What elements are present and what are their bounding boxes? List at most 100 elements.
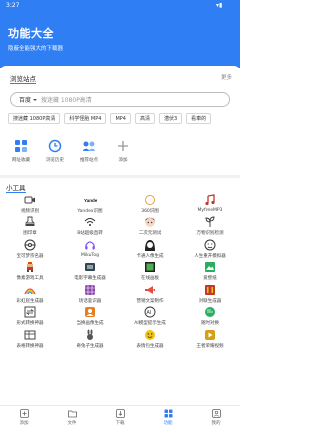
tool-item[interactable]: 图印章 <box>0 216 60 239</box>
hot-keyword-chip[interactable]: 搜迷藏 1080P高清 <box>8 113 61 124</box>
tool-item[interactable]: 爱壁纸 <box>180 261 240 284</box>
stamp-icon <box>24 216 37 229</box>
pixel-game-icon <box>24 261 37 274</box>
bottom-nav: 添加 文件 下载 功能 我的 <box>0 405 240 427</box>
wifi-icon <box>84 216 97 229</box>
hot-keyword-chip[interactable]: 科学怪胎 MP4 <box>64 113 107 124</box>
tool-item[interactable]: 在线画板 <box>120 261 180 284</box>
tool-item[interactable]: 场话鉴识器 <box>60 283 120 306</box>
bookmark-grid-icon <box>13 138 29 154</box>
plus-icon <box>115 138 131 154</box>
cartoon-portrait-icon <box>144 238 157 251</box>
tool-item[interactable]: 人生重开模拟器 <box>180 238 240 261</box>
tool-item[interactable]: 二次元测试 <box>120 216 180 239</box>
emoji-icon <box>144 328 157 341</box>
hot-keyword-chip[interactable]: 高清 <box>134 113 155 124</box>
tool-item[interactable]: 形式转换神器 <box>0 306 60 329</box>
tool-item[interactable]: 宝可梦宗名器 <box>0 238 60 261</box>
chevron-down-icon <box>33 98 38 101</box>
anime-face-icon <box>144 216 157 229</box>
game-video-icon <box>204 328 217 341</box>
tool-item[interactable]: 视频识别 <box>0 193 60 216</box>
tool-item[interactable]: 营销文案制作 <box>120 283 180 306</box>
add-box-icon <box>19 409 29 418</box>
section-title-tools: 小工具 <box>6 184 26 193</box>
tool-item[interactable]: 表格转换神器 <box>0 328 60 351</box>
hot-keyword-chip[interactable]: MP4 <box>110 113 131 124</box>
plant-icon <box>204 216 217 229</box>
tool-item[interactable]: 王者荣耀视频 <box>180 328 240 351</box>
image-360-icon <box>144 193 157 206</box>
status-time: 3:27 <box>6 2 20 9</box>
tool-item[interactable]: B站超级直转 <box>60 216 120 239</box>
browse-sites-card: 浏览站点 更多 百度 搜迷藏 1080P高清 搜迷藏 1080P高清 科学怪胎 … <box>0 66 240 174</box>
tool-item[interactable]: 万物识别检测 <box>180 216 240 239</box>
status-bar: 3:27 <box>6 2 19 9</box>
tool-item[interactable]: 像素游戏工具 <box>0 261 60 284</box>
search-input[interactable]: 搜迷藏 1080P高清 <box>41 95 92 104</box>
section-title-browse: 浏览站点 <box>10 75 36 84</box>
rainbow-icon <box>24 283 37 296</box>
tool-item[interactable]: 对联生成器 <box>180 283 240 306</box>
convert-icon <box>24 306 37 319</box>
quick-link-recommended[interactable]: 推荐站点 <box>74 138 104 163</box>
rabbit-icon <box>84 328 97 341</box>
section-divider <box>0 175 240 178</box>
tool-item[interactable]: 随时对换 <box>180 306 240 329</box>
quick-link-bookmarks[interactable]: 网址收藏 <box>6 138 36 163</box>
nav-add[interactable]: 添加 <box>0 406 48 427</box>
hot-keyword-chip[interactable]: 潜伏3 <box>158 113 183 124</box>
music-note-icon <box>204 193 217 206</box>
quick-links: 网址收藏 浏览历史 推荐站点 添加 <box>6 138 138 163</box>
megaphone-icon <box>144 283 157 296</box>
tool-item[interactable]: 表情包生成器 <box>120 328 180 351</box>
tool-item[interactable]: 彩虹屁生成器 <box>0 283 60 306</box>
quick-link-history[interactable]: 浏览历史 <box>40 138 70 163</box>
pokeball-icon <box>24 238 37 251</box>
more-link[interactable]: 更多 <box>221 73 232 81</box>
quick-link-add[interactable]: 添加 <box>108 138 138 163</box>
svg-text:Yandex: Yandex <box>84 197 97 202</box>
profile-icon <box>211 409 221 418</box>
film-icon <box>84 261 97 274</box>
hot-keywords: 搜迷藏 1080P高清 科学怪胎 MP4 MP4 高清 潜伏3 看車的 <box>8 113 238 125</box>
tool-item[interactable]: 当换画像生成 <box>60 306 120 329</box>
header: 3:27 ▾▮ 功能大全 隐蔽全能强大的下载器 <box>0 0 240 68</box>
tool-item[interactable]: 电影字幕生成器 <box>60 261 120 284</box>
nav-features[interactable]: 功能 <box>144 406 192 427</box>
svg-text:AI: AI <box>147 310 152 316</box>
history-icon <box>47 138 63 154</box>
page-subtitle: 隐蔽全能强大的下载器 <box>8 46 64 52</box>
headphones-icon <box>84 238 97 251</box>
video-recognition-icon <box>24 193 37 206</box>
yandex-icon: Yandex <box>84 193 97 206</box>
nav-files[interactable]: 文件 <box>48 406 96 427</box>
restart-life-icon <box>204 238 217 251</box>
table-convert-icon <box>24 328 37 341</box>
tool-item[interactable]: 360识图 <box>120 193 180 216</box>
folder-icon <box>67 409 77 418</box>
ai-icon: AI <box>144 306 157 319</box>
tool-item[interactable]: MyfreeMP3 <box>180 193 240 216</box>
couplet-icon <box>204 283 217 296</box>
chat-icon <box>204 306 217 319</box>
nav-profile[interactable]: 我的 <box>192 406 240 427</box>
avatar-maker-icon <box>84 306 97 319</box>
nav-downloads[interactable]: 下载 <box>96 406 144 427</box>
wallpaper-icon <box>204 261 217 274</box>
tool-item[interactable]: Yandex Yandex识图 <box>60 193 120 216</box>
search-bar[interactable]: 百度 搜迷藏 1080P高清 <box>10 92 230 107</box>
status-icons: ▾▮ <box>216 2 223 9</box>
download-icon <box>115 409 125 418</box>
tools-grid: 视频识别 Yandex Yandex识图 360识图 MyfreeMP3 图印章… <box>0 193 240 351</box>
page-title: 功能大全 <box>8 27 54 40</box>
hot-keyword-chip[interactable]: 看車的 <box>186 113 212 124</box>
recommend-sites-icon <box>81 138 97 154</box>
apps-icon <box>164 409 173 418</box>
tool-item[interactable]: MikuTog <box>60 238 120 261</box>
tool-item[interactable]: 卡通人像生成 <box>120 238 180 261</box>
search-engine-select[interactable]: 百度 <box>19 95 38 104</box>
tool-item[interactable]: AI AI模型提示生成 <box>120 306 180 329</box>
tool-item[interactable]: 奇兔子生成器 <box>60 328 120 351</box>
grid-app-icon <box>84 283 97 296</box>
